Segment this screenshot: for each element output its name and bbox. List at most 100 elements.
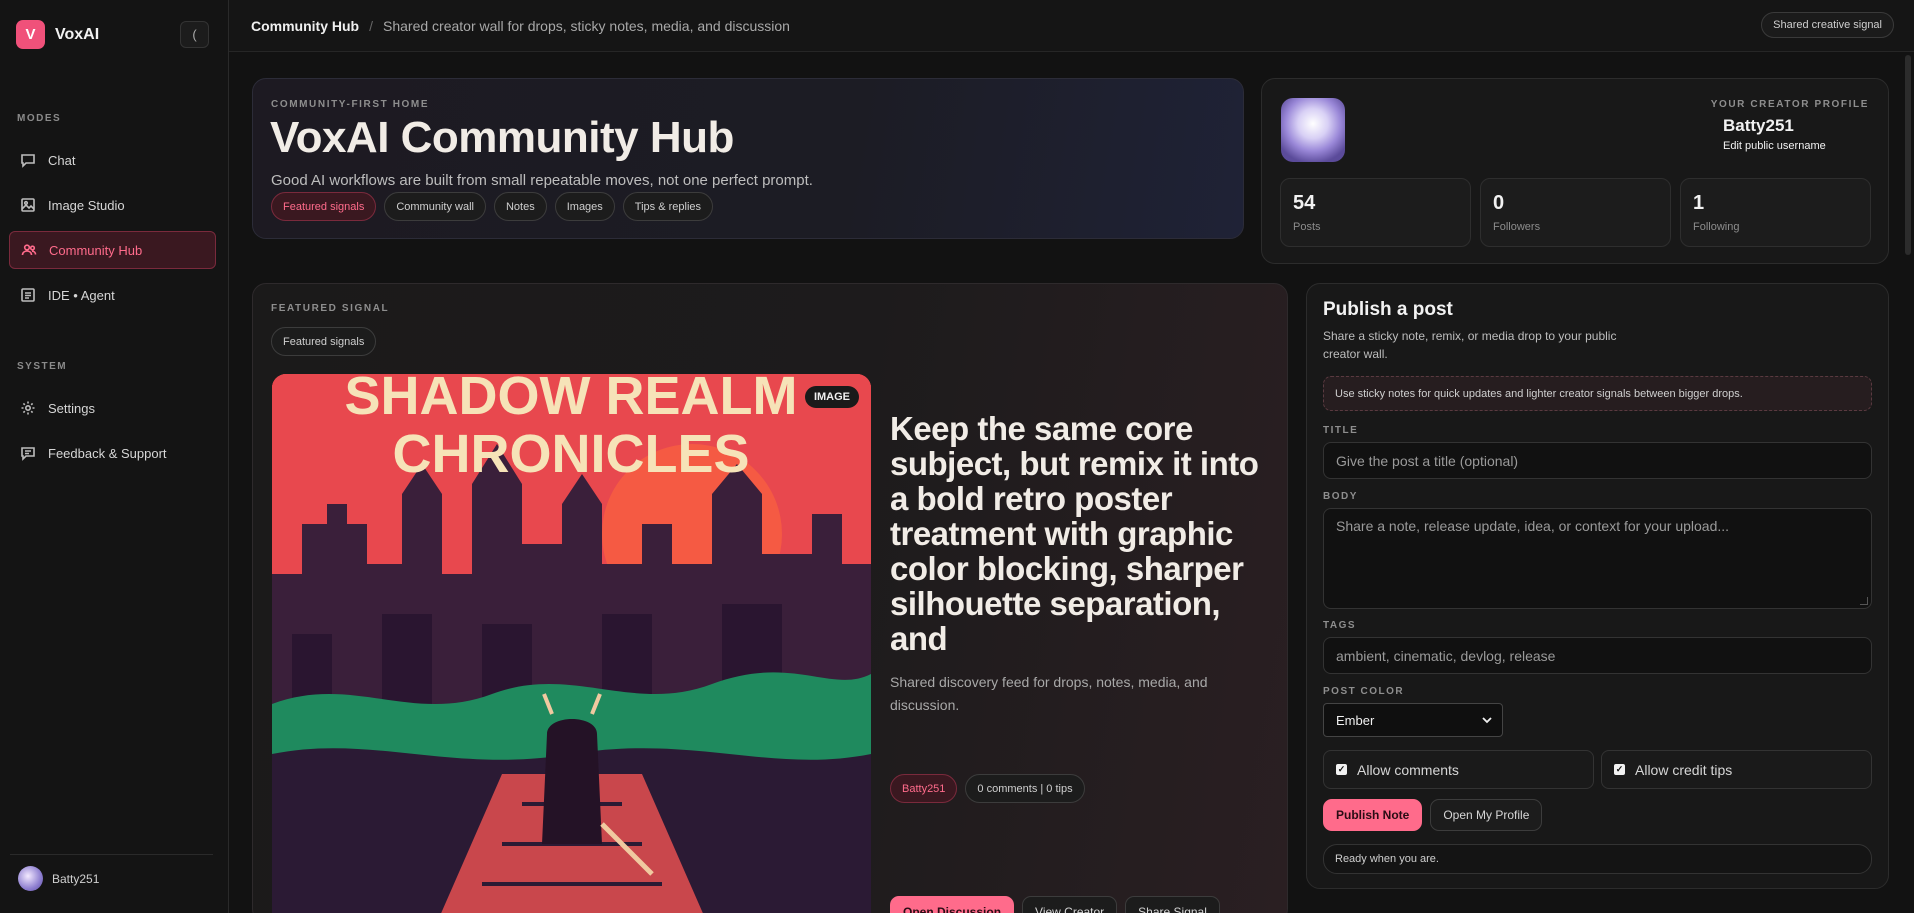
view-creator-button[interactable]: View Creator bbox=[1022, 896, 1118, 913]
sidebar-item-label: Feedback & Support bbox=[48, 445, 167, 461]
stat-value: 1 bbox=[1693, 192, 1705, 214]
tags-field-label: TAGS bbox=[1323, 620, 1357, 631]
image-icon bbox=[21, 198, 35, 212]
title-input[interactable]: Give the post a title (optional) bbox=[1323, 442, 1872, 479]
sidebar-item-label: Settings bbox=[48, 400, 95, 416]
stat-followers: 0 Followers bbox=[1480, 178, 1671, 247]
featured-poster-image[interactable]: SHADOW REALM CHRONICLES IMAGE bbox=[272, 374, 871, 913]
hero-subtitle: Good AI workflows are built from small r… bbox=[271, 172, 813, 189]
featured-tags: Batty251 0 comments | 0 tips bbox=[890, 774, 1085, 803]
breadcrumb-separator: / bbox=[369, 17, 373, 34]
allow-comments-label: Allow comments bbox=[1357, 761, 1459, 778]
breadcrumb-description: Shared creator wall for drops, sticky no… bbox=[383, 17, 790, 34]
profile-kicker: YOUR CREATOR PROFILE bbox=[1710, 99, 1869, 110]
chat-icon bbox=[21, 154, 35, 168]
tags-input[interactable]: ambient, cinematic, devlog, release bbox=[1323, 637, 1872, 674]
publish-subtitle: Share a sticky note, remix, or media dro… bbox=[1323, 329, 1617, 361]
modes-section-label: MODES bbox=[17, 113, 62, 124]
shared-signal-chip[interactable]: Shared creative signal bbox=[1761, 12, 1894, 38]
featured-actions: Open Discussion View Creator Share Signa… bbox=[890, 896, 1220, 913]
body-field-label: BODY bbox=[1323, 491, 1358, 502]
poster-title-line-1: SHADOW REALM bbox=[345, 374, 798, 426]
system-section-label: SYSTEM bbox=[17, 361, 68, 372]
publish-note-button[interactable]: Publish Note bbox=[1323, 799, 1423, 831]
stat-label: Followers bbox=[1493, 221, 1541, 233]
featured-signals-chip[interactable]: Featured signals bbox=[271, 327, 377, 356]
featured-description: Shared discovery feed for drops, notes, … bbox=[890, 674, 1208, 713]
app-logo: V bbox=[16, 20, 45, 49]
creator-profile-card: YOUR CREATOR PROFILE Batty251 Edit publi… bbox=[1261, 78, 1889, 264]
edit-username-link[interactable]: Edit public username bbox=[1723, 140, 1826, 152]
author-tag[interactable]: Batty251 bbox=[890, 774, 958, 803]
chevron-down-icon bbox=[1482, 717, 1492, 724]
avatar bbox=[18, 866, 43, 891]
featured-signal-card: FEATURED SIGNAL Featured signals SHADOW … bbox=[252, 283, 1288, 913]
breadcrumb-title: Community Hub bbox=[251, 17, 360, 34]
gear-icon bbox=[21, 401, 35, 415]
code-icon bbox=[21, 288, 35, 302]
body-placeholder: Share a note, release update, idea, or c… bbox=[1336, 518, 1730, 534]
stat-label: Posts bbox=[1293, 221, 1321, 233]
body-textarea[interactable]: Share a note, release update, idea, or c… bbox=[1323, 508, 1872, 609]
sidebar-item-feedback[interactable]: Feedback & Support bbox=[9, 434, 216, 472]
media-type-badge: IMAGE bbox=[804, 386, 859, 408]
allow-tips-label: Allow credit tips bbox=[1635, 761, 1733, 778]
sidebar-item-label: Image Studio bbox=[48, 197, 125, 213]
sidebar-item-label: IDE • Agent bbox=[48, 287, 115, 303]
checkbox-checked-icon[interactable]: ✓ bbox=[1614, 764, 1625, 775]
chip-tips-replies[interactable]: Tips & replies bbox=[622, 192, 714, 221]
resize-handle[interactable] bbox=[1860, 597, 1868, 605]
hero-card: COMMUNITY-FIRST HOME VoxAI Community Hub… bbox=[252, 78, 1244, 239]
sidebar-item-chat[interactable]: Chat bbox=[9, 141, 216, 179]
sidebar: V VoxAI ( MODES Chat Image Studio Commun… bbox=[0, 0, 229, 913]
hero-kicker: COMMUNITY-FIRST HOME bbox=[271, 99, 430, 110]
allow-comments-toggle[interactable]: ✓ Allow comments bbox=[1323, 750, 1594, 789]
users-icon bbox=[21, 244, 37, 256]
sidebar-username: Batty251 bbox=[52, 871, 100, 886]
checkbox-checked-icon[interactable]: ✓ bbox=[1336, 764, 1347, 775]
chip-community-wall[interactable]: Community wall bbox=[384, 192, 486, 221]
publish-hint: Use sticky notes for quick updates and l… bbox=[1323, 376, 1872, 411]
title-field-label: TITLE bbox=[1323, 425, 1359, 436]
publish-title: Publish a post bbox=[1323, 299, 1453, 320]
message-icon bbox=[21, 447, 35, 461]
hero-filter-chips: Featured signals Community wall Notes Im… bbox=[271, 192, 714, 221]
sidebar-user[interactable]: Batty251 bbox=[18, 866, 99, 891]
topbar: Community Hub / Shared creator wall for … bbox=[229, 0, 1914, 52]
stat-value: 54 bbox=[1293, 192, 1316, 214]
open-profile-button[interactable]: Open My Profile bbox=[1430, 799, 1543, 831]
chip-images[interactable]: Images bbox=[554, 192, 615, 221]
chip-notes[interactable]: Notes bbox=[493, 192, 547, 221]
share-signal-button[interactable]: Share Signal bbox=[1125, 896, 1220, 913]
chip-featured-signals[interactable]: Featured signals bbox=[271, 192, 377, 221]
sidebar-item-settings[interactable]: Settings bbox=[9, 389, 216, 427]
post-color-label: POST COLOR bbox=[1323, 686, 1405, 697]
publish-post-card: Publish a post Share a sticky note, remi… bbox=[1306, 283, 1889, 889]
page-scrollbar[interactable] bbox=[1905, 55, 1911, 255]
open-discussion-button[interactable]: Open Discussion bbox=[890, 896, 1015, 913]
sidebar-divider bbox=[10, 854, 213, 855]
poster-title-line-2: CHRONICLES bbox=[392, 424, 749, 484]
profile-username: Batty251 bbox=[1723, 116, 1794, 135]
allow-tips-toggle[interactable]: ✓ Allow credit tips bbox=[1601, 750, 1872, 789]
page-title: VoxAI Community Hub bbox=[270, 113, 734, 162]
sidebar-item-image-studio[interactable]: Image Studio bbox=[9, 186, 216, 224]
poster-artwork: SHADOW REALM CHRONICLES bbox=[272, 374, 871, 913]
stat-posts: 54 Posts bbox=[1280, 178, 1471, 247]
sidebar-item-label: Community Hub bbox=[49, 242, 143, 258]
engagement-tag: 0 comments | 0 tips bbox=[965, 774, 1085, 803]
stat-following: 1 Following bbox=[1680, 178, 1871, 247]
post-color-select[interactable]: Ember bbox=[1323, 703, 1503, 737]
stat-value: 0 bbox=[1493, 192, 1505, 214]
featured-headline[interactable]: Keep the same core subject, but remix it… bbox=[890, 411, 1270, 656]
collapse-sidebar-button[interactable]: ( bbox=[180, 21, 209, 48]
stat-label: Following bbox=[1693, 221, 1740, 233]
publish-actions: Publish Note Open My Profile bbox=[1323, 799, 1543, 831]
featured-kicker: FEATURED SIGNAL bbox=[271, 303, 390, 314]
publish-status: Ready when you are. bbox=[1323, 844, 1872, 874]
sidebar-item-community-hub[interactable]: Community Hub bbox=[9, 231, 216, 269]
profile-avatar[interactable] bbox=[1281, 98, 1345, 162]
post-color-value: Ember bbox=[1336, 712, 1375, 728]
brand[interactable]: V VoxAI bbox=[16, 20, 99, 49]
sidebar-item-ide-agent[interactable]: IDE • Agent bbox=[9, 276, 216, 314]
